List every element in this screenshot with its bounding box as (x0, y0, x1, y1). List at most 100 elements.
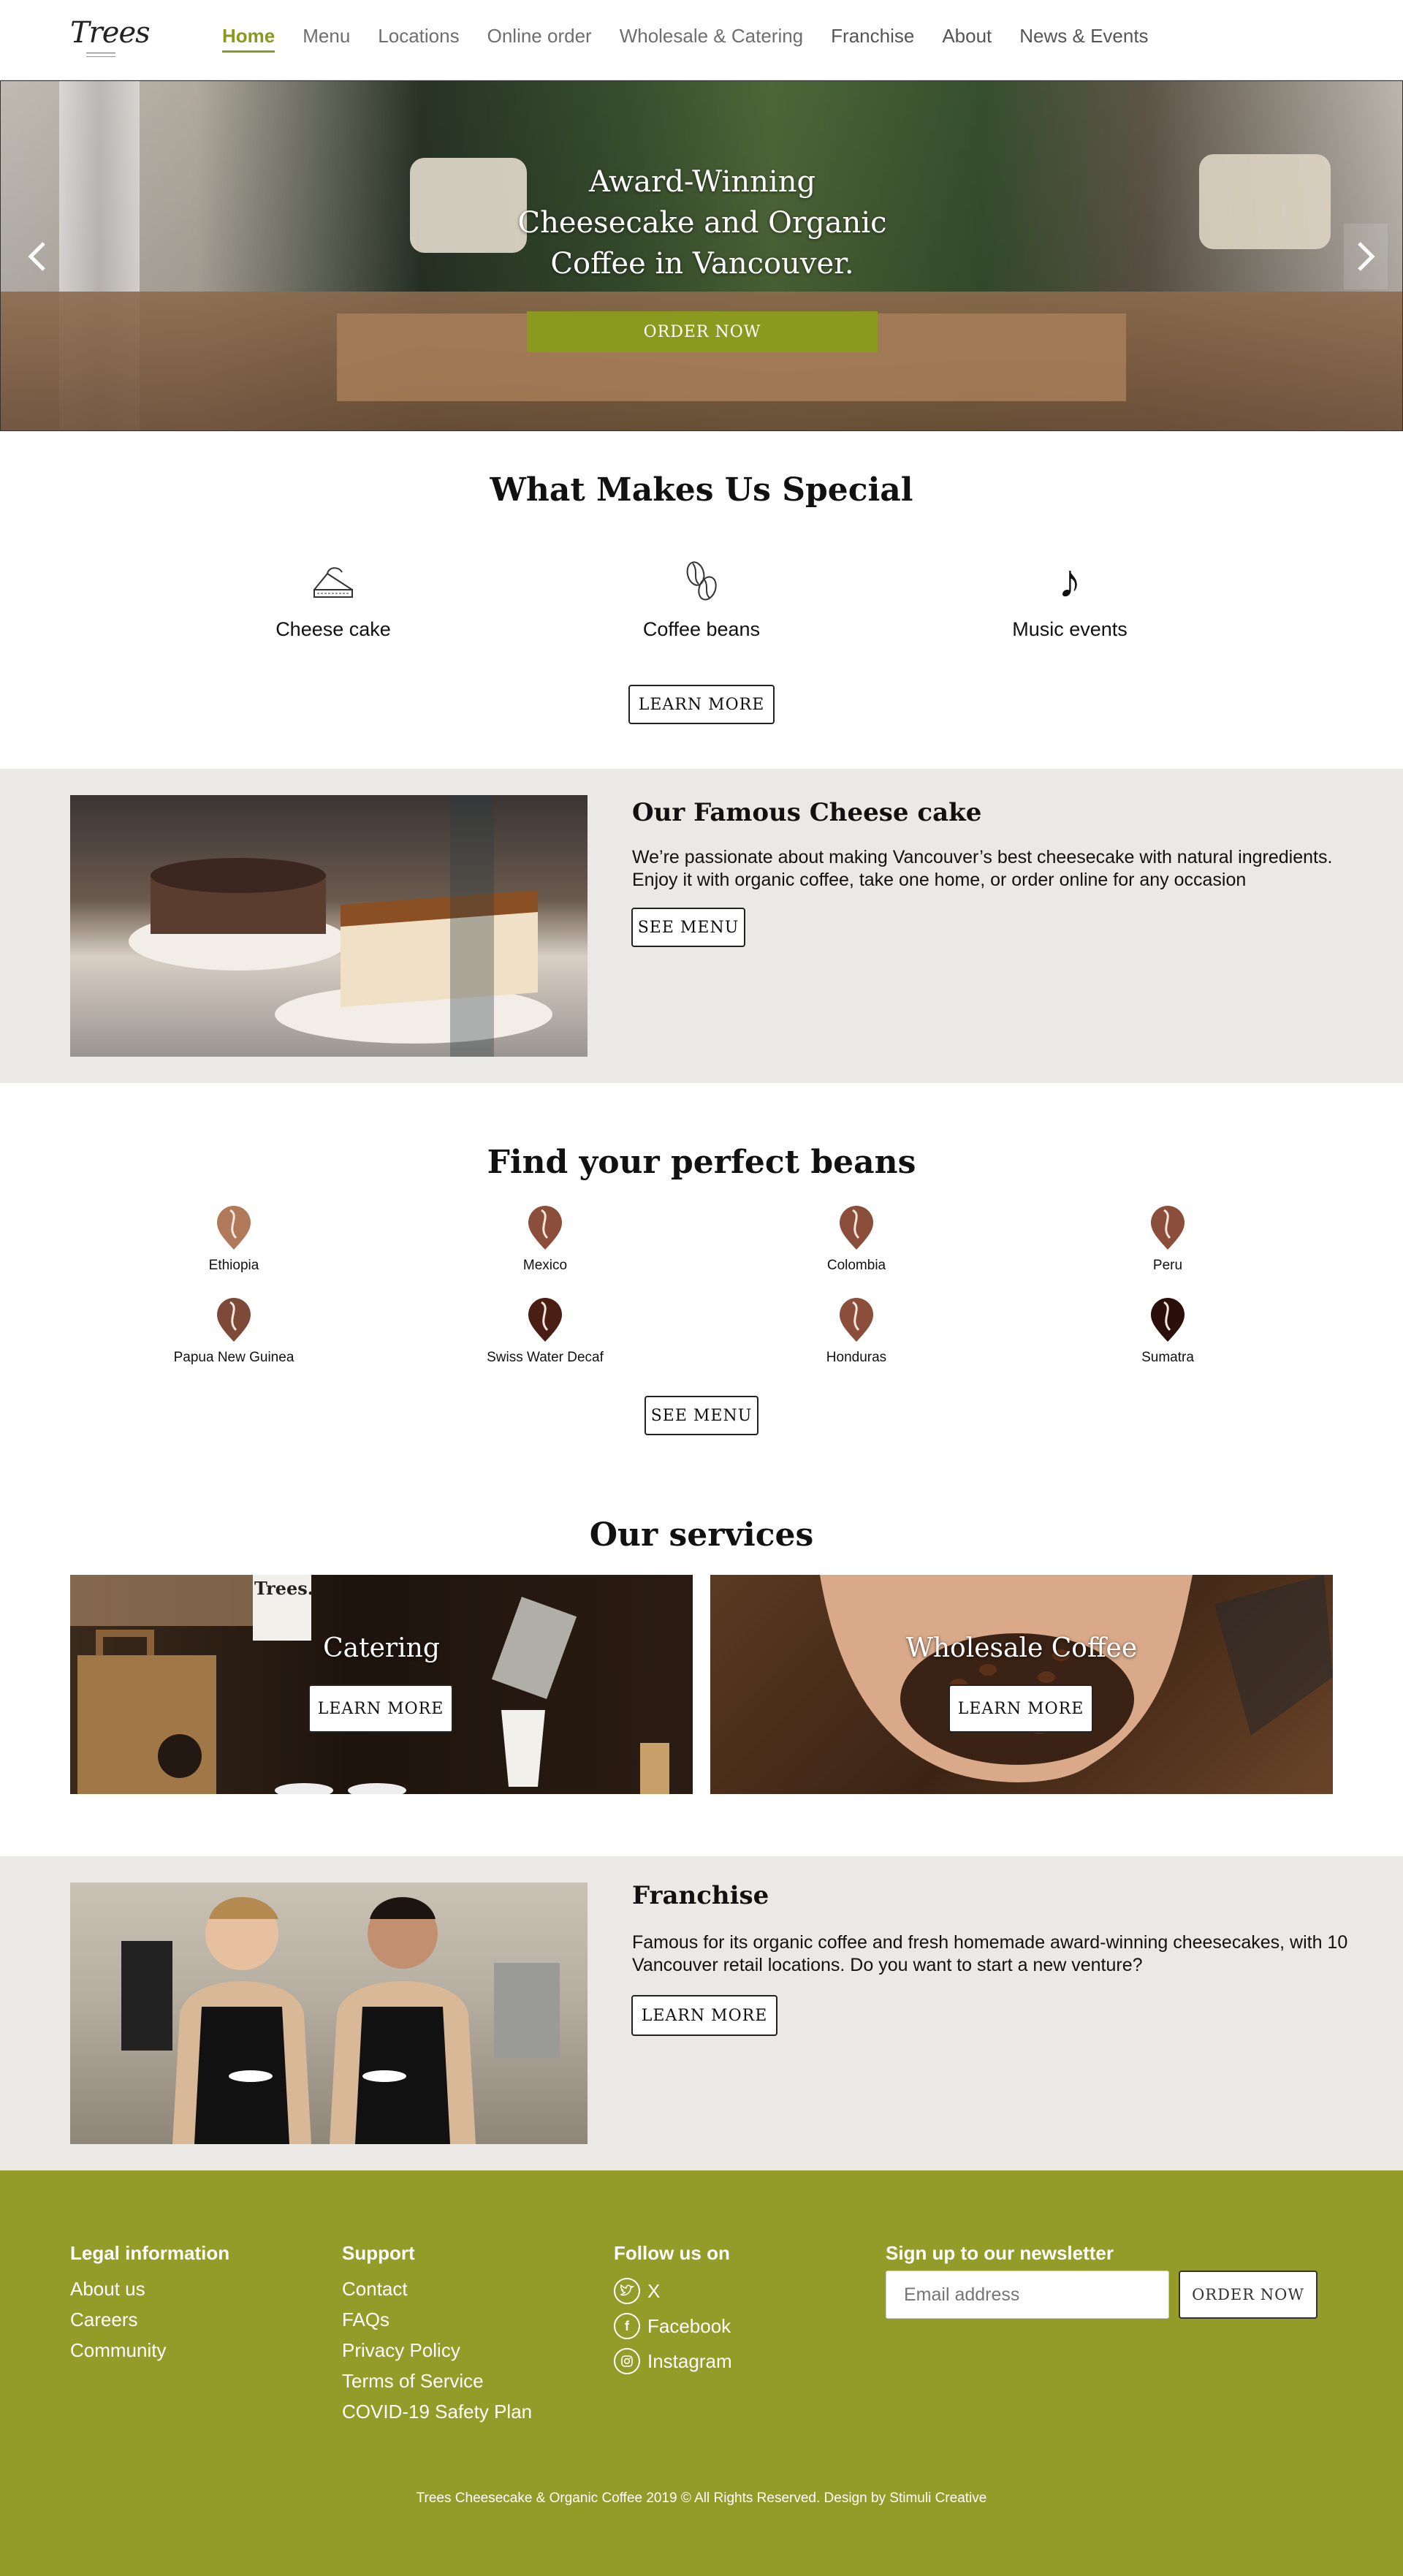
nav-news-events[interactable]: News & Events (1019, 25, 1148, 53)
social-link-instagram[interactable]: Instagram (614, 2344, 732, 2379)
footer-newsletter-heading: Sign up to our newsletter (886, 2242, 1114, 2264)
main-nav: Home Menu Locations Online order Wholesa… (222, 25, 1149, 53)
bean-pin-icon (840, 1206, 873, 1250)
bean-origin-name: Swiss Water Decaf (487, 1350, 604, 1365)
bean-origin-item[interactable]: Ethiopia (124, 1206, 343, 1274)
footer-support-heading: Support (342, 2242, 415, 2264)
hero-title-line: Cheesecake and Organic (517, 206, 887, 240)
cheesecake-illustration (129, 795, 552, 1057)
bean-pin-icon (528, 1206, 562, 1250)
copyright-text: Trees Cheesecake & Organic Coffee 2019 ©… (416, 2490, 987, 2506)
wholesale-learn-more-button[interactable]: LEARN MORE (948, 1684, 1093, 1733)
franchise-text-line: Famous for its organic coffee and fresh … (632, 1932, 1348, 1953)
nav-online-order[interactable]: Online order (487, 25, 592, 53)
bean-origin-item[interactable]: Swiss Water Decaf (436, 1298, 655, 1366)
bean-origin-name: Mexico (522, 1258, 568, 1273)
feature-label: Music events (1012, 618, 1128, 640)
site-header: Trees Home Menu Locations Online order W… (0, 0, 1403, 80)
services-title: Our services (589, 1516, 814, 1554)
beans-title: Find your perfect beans (487, 1144, 916, 1181)
franchise-learn-more-button[interactable]: LEARN MORE (631, 1995, 777, 2036)
cheesecake-icon (308, 555, 359, 607)
franchise-text: Famous for its organic coffee and fresh … (632, 1931, 1347, 1977)
footer-legal-heading: Legal information (70, 2242, 230, 2264)
bean-origin-item[interactable]: Sumatra (1058, 1298, 1277, 1366)
logo-text: Trees (70, 16, 151, 50)
franchise-title: Franchise (632, 1881, 769, 1910)
footer-link-community[interactable]: Community (70, 2335, 229, 2366)
cheesecake-text: We’re passionate about making Vancouver’… (632, 846, 1332, 892)
footer-link-contact[interactable]: Contact (342, 2273, 532, 2304)
nav-menu[interactable]: Menu (303, 25, 350, 53)
cheesecake-text-line: Enjoy it with organic coffee, take one h… (632, 870, 1247, 890)
nav-wholesale-catering[interactable]: Wholesale & Catering (620, 25, 803, 53)
bean-origin-name: Sumatra (1141, 1350, 1194, 1365)
footer-link-about-us[interactable]: About us (70, 2273, 229, 2304)
newsletter-email-input[interactable] (886, 2271, 1169, 2319)
music-note-icon: ♪ (1058, 555, 1081, 607)
logo[interactable]: Trees (70, 16, 151, 61)
bean-pin-icon (840, 1298, 873, 1342)
beans-see-menu-button[interactable]: SEE MENU (645, 1396, 758, 1435)
bean-pin-icon (217, 1206, 251, 1250)
baristas-illustration (121, 1897, 560, 2144)
feature-music-events: ♪ Music events (960, 555, 1179, 641)
franchise-text-line: Vancouver retail locations. Do you want … (632, 1955, 1143, 1975)
wholesale-card[interactable]: Wholesale Coffee LEARN MORE (710, 1575, 1333, 1794)
footer-link-careers[interactable]: Careers (70, 2304, 229, 2335)
bean-origin-item[interactable]: Peru (1058, 1206, 1277, 1274)
catering-learn-more-button[interactable]: LEARN MORE (308, 1684, 453, 1733)
footer-legal-column: Legal information About us Careers Commu… (70, 2242, 229, 2366)
catering-title: Catering (323, 1633, 440, 1663)
facebook-icon: f (614, 2313, 640, 2339)
franchise-section: Franchise Famous for its organic coffee … (0, 1856, 1403, 2170)
hero-title-line: Coffee in Vancouver. (550, 247, 854, 281)
footer-link-faqs[interactable]: FAQs (342, 2304, 532, 2335)
feature-coffee-beans: Coffee beans (592, 555, 811, 641)
feature-label: Cheese cake (275, 618, 391, 640)
chevron-left-icon (28, 242, 45, 271)
footer-follow-heading: Follow us on (614, 2242, 730, 2264)
bean-origin-name: Colombia (826, 1258, 886, 1273)
cheesecake-title: Our Famous Cheese cake (632, 798, 982, 827)
order-now-button[interactable]: ORDER NOW (527, 311, 878, 352)
logo-tagline-mark (86, 53, 115, 57)
carousel-next-button[interactable] (1344, 224, 1388, 289)
carousel-prev-button[interactable] (15, 224, 59, 289)
newsletter-order-now-button[interactable]: ORDER NOW (1179, 2271, 1318, 2319)
footer-link-privacy-policy[interactable]: Privacy Policy (342, 2335, 532, 2366)
social-link-facebook[interactable]: f Facebook (614, 2309, 732, 2344)
cup-logo-text: Trees. (254, 1578, 314, 1599)
bean-origin-name: Peru (1152, 1258, 1183, 1273)
bean-pin-icon (1151, 1298, 1185, 1342)
learn-more-button[interactable]: LEARN MORE (628, 685, 775, 724)
site-footer: Legal information About us Careers Commu… (0, 2170, 1403, 2576)
bean-pin-icon (1151, 1206, 1185, 1250)
social-link-x[interactable]: X (614, 2273, 732, 2309)
footer-support-column: Support Contact FAQs Privacy Policy Term… (342, 2242, 532, 2427)
nav-locations[interactable]: Locations (378, 25, 459, 53)
footer-link-terms-of-service[interactable]: Terms of Service (342, 2366, 532, 2396)
special-title: What Makes Us Special (490, 471, 913, 509)
footer-link-covid-safety-plan[interactable]: COVID-19 Safety Plan (342, 2396, 532, 2427)
nav-about[interactable]: About (942, 25, 992, 53)
catering-card[interactable]: Trees. Catering LEARN MORE (70, 1575, 693, 1794)
see-menu-button[interactable]: SEE MENU (631, 908, 745, 947)
bean-origin-item[interactable]: Honduras (747, 1298, 966, 1366)
bean-origin-item[interactable]: Mexico (436, 1206, 655, 1274)
bean-origin-name: Papua New Guinea (173, 1350, 294, 1365)
hero-title-line: Award-Winning (588, 165, 816, 199)
hero-banner: Award-Winning Cheesecake and Organic Cof… (0, 80, 1403, 431)
bean-origin-item[interactable]: Colombia (747, 1206, 966, 1274)
cheesecake-photo (70, 795, 588, 1057)
bean-origin-item[interactable]: Papua New Guinea (124, 1298, 343, 1366)
cheesecake-section: Our Famous Cheese cake We’re passionate … (0, 769, 1403, 1083)
hero-title: Award-Winning Cheesecake and Organic Cof… (483, 162, 921, 284)
bean-pin-icon (528, 1298, 562, 1342)
nav-home[interactable]: Home (222, 25, 275, 53)
nav-franchise[interactable]: Franchise (831, 25, 914, 53)
feature-cheesecake: Cheese cake (224, 555, 443, 641)
chevron-right-icon (1358, 242, 1375, 271)
twitter-bird-icon (614, 2278, 640, 2304)
coffee-beans-icon (676, 555, 727, 607)
